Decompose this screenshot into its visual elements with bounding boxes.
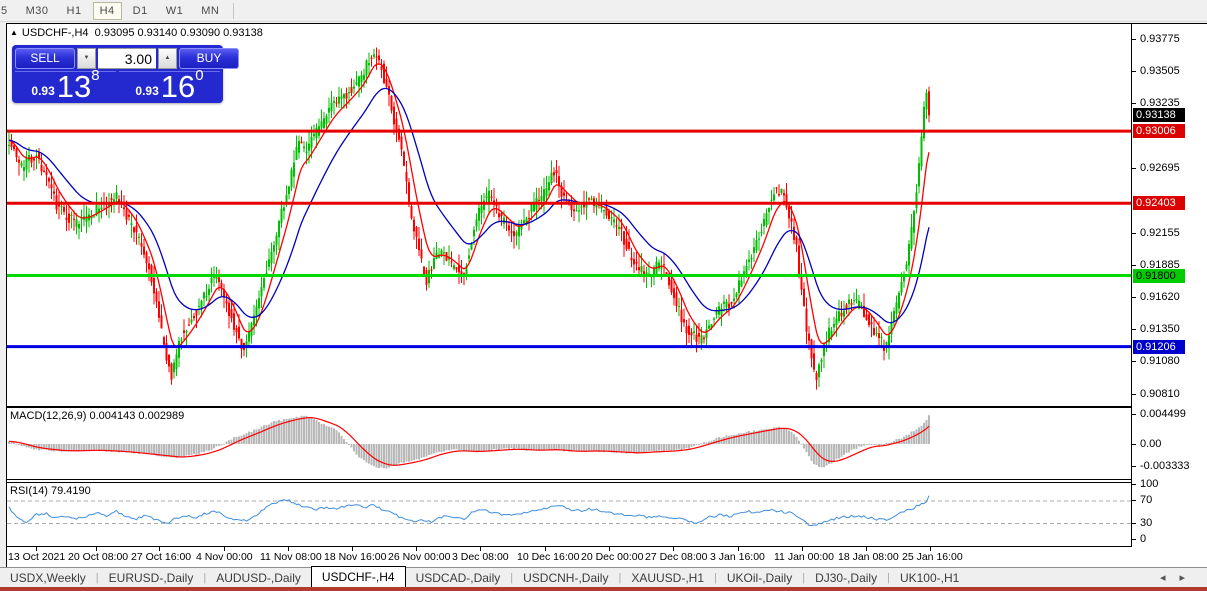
price-level-box: 0.93138 bbox=[1133, 108, 1185, 122]
sell-price-main: 13 bbox=[57, 74, 91, 100]
buy-price-pip: 0 bbox=[195, 70, 203, 82]
timeframe-button-w1[interactable]: W1 bbox=[159, 2, 191, 20]
chart-title: USDCHF-,H4 bbox=[22, 27, 89, 39]
chart-tab-uk100-h1[interactable]: UK100-,H1 bbox=[890, 569, 969, 587]
time-axis-label: 20 Oct 08:00 bbox=[68, 551, 128, 563]
time-axis-label: 10 Dec 16:00 bbox=[517, 551, 579, 563]
chart-tab-usdcnh-daily[interactable]: USDCNH-,Daily bbox=[513, 569, 618, 587]
timeframe-button-d1[interactable]: D1 bbox=[126, 2, 155, 20]
timeframe-button-mn[interactable]: MN bbox=[194, 2, 226, 20]
rsi-axis-tick: 70 bbox=[1132, 494, 1152, 507]
price-axis-tick: 0.92695 bbox=[1132, 162, 1180, 175]
chart-tab-audusd-daily[interactable]: AUDUSD-,Daily bbox=[206, 569, 311, 587]
time-axis-label: 11 Nov 08:00 bbox=[260, 551, 322, 563]
pane-divider[interactable] bbox=[7, 479, 1131, 480]
chart-tab-dj30-daily[interactable]: DJ30-,Daily bbox=[805, 569, 887, 587]
tab-scroll-left-icon[interactable]: ◂ bbox=[1160, 572, 1180, 584]
buy-price-prefix: 0.93 bbox=[135, 84, 158, 98]
buy-price-main: 16 bbox=[161, 74, 195, 100]
time-axis-label: 13 Oct 2021 bbox=[8, 551, 65, 563]
chart-tab-usdx-weekly[interactable]: USDX,Weekly bbox=[0, 569, 96, 587]
macd-label: MACD(12,26,9) 0.004143 0.002989 bbox=[10, 410, 184, 422]
price-axis-tick: 0.92155 bbox=[1132, 227, 1180, 240]
time-axis-label: 27 Oct 16:00 bbox=[131, 551, 191, 563]
chart-tab-eurusd-daily[interactable]: EURUSD-,Daily bbox=[99, 569, 204, 587]
price-level-box: 0.93006 bbox=[1133, 124, 1185, 138]
timeframe-toolbar: 5M30H1H4D1W1MN bbox=[0, 0, 1207, 22]
chart-window: ▲ USDCHF-,H4 0.93095 0.93140 0.93090 0.93… bbox=[6, 23, 1207, 567]
time-axis-label: 4 Nov 00:00 bbox=[196, 551, 253, 563]
chart-ohlc: 0.93095 0.93140 0.93090 0.93138 bbox=[95, 27, 263, 39]
rsi-axis-tick: 30 bbox=[1132, 517, 1152, 530]
chart-tab-xauusd-h1[interactable]: XAUUSD-,H1 bbox=[621, 569, 714, 587]
one-click-trading-panel: SELL ▼ ▲ BUY 0.93138 0.93160 bbox=[12, 45, 223, 103]
price-level-box: 0.92403 bbox=[1133, 196, 1185, 210]
time-axis-label: 27 Dec 08:00 bbox=[645, 551, 707, 563]
timeframe-button-m30[interactable]: M30 bbox=[19, 2, 56, 20]
time-axis-label: 18 Nov 16:00 bbox=[324, 551, 386, 563]
rsi-pane[interactable]: RSI(14) 79.4190 bbox=[7, 483, 1131, 546]
macd-axis-tick: 0.004499 bbox=[1132, 408, 1186, 421]
sell-button[interactable]: SELL bbox=[15, 48, 75, 69]
time-axis-label: 26 Nov 00:00 bbox=[388, 551, 450, 563]
chart-tab-ukoil-daily[interactable]: UKOil-,Daily bbox=[717, 569, 802, 587]
time-axis-label: 3 Dec 08:00 bbox=[452, 551, 509, 563]
buy-button[interactable]: BUY bbox=[179, 48, 239, 69]
sell-price[interactable]: 0.93138 bbox=[15, 71, 116, 101]
timeframe-button-5[interactable]: 5 bbox=[0, 2, 15, 20]
timeframe-button-h4[interactable]: H4 bbox=[93, 2, 122, 20]
price-axis-tick: 0.93775 bbox=[1132, 33, 1180, 46]
price-axis-tick: 0.93505 bbox=[1132, 65, 1180, 78]
time-axis-label: 25 Jan 16:00 bbox=[902, 551, 963, 563]
chart-tab-bar: USDX,Weekly|EURUSD-,Daily|AUDUSD-,DailyU… bbox=[0, 567, 1207, 587]
volume-input[interactable] bbox=[98, 48, 156, 69]
chart-header: ▲ USDCHF-,H4 0.93095 0.93140 0.93090 0.93… bbox=[10, 27, 263, 39]
rsi-chart[interactable] bbox=[7, 483, 1131, 546]
buy-price[interactable]: 0.93160 bbox=[119, 71, 220, 101]
volume-increase-button[interactable]: ▲ bbox=[158, 48, 177, 69]
tab-scroll-arrows[interactable]: ◂▸ bbox=[1160, 571, 1199, 584]
rsi-label: RSI(14) 79.4190 bbox=[10, 485, 91, 497]
chart-tab-usdchf-h4[interactable]: USDCHF-,H4 bbox=[311, 566, 406, 588]
price-axis-tick: 0.91620 bbox=[1132, 291, 1180, 304]
main-chart-pane[interactable]: ▲ USDCHF-,H4 0.93095 0.93140 0.93090 0.93… bbox=[7, 24, 1131, 406]
rsi-axis-tick: 100 bbox=[1132, 478, 1158, 491]
macd-axis-tick: -0.003333 bbox=[1132, 460, 1190, 473]
tab-scroll-right-icon[interactable]: ▸ bbox=[1179, 572, 1199, 584]
price-level-box: 0.91800 bbox=[1133, 269, 1185, 283]
time-axis-label: 11 Jan 00:00 bbox=[774, 551, 834, 563]
macd-axis-tick: 0.00 bbox=[1132, 438, 1161, 451]
price-level-box: 0.91206 bbox=[1133, 340, 1185, 354]
time-axis[interactable]: 13 Oct 202120 Oct 08:0027 Oct 16:00 4 Nov… bbox=[7, 547, 1207, 568]
price-axis[interactable]: 0.937750.935050.932350.926950.921550.918… bbox=[1131, 24, 1207, 547]
price-axis-tick: 0.90810 bbox=[1132, 388, 1180, 401]
price-axis-tick: 0.91350 bbox=[1132, 323, 1180, 336]
time-axis-label: 3 Jan 16:00 bbox=[710, 551, 765, 563]
time-axis-label: 20 Dec 00:00 bbox=[581, 551, 643, 563]
sell-price-pip: 8 bbox=[91, 70, 99, 82]
timeframe-button-h1[interactable]: H1 bbox=[60, 2, 89, 20]
macd-pane[interactable]: MACD(12,26,9) 0.004143 0.002989 bbox=[7, 408, 1131, 479]
time-axis-label: 18 Jan 08:00 bbox=[838, 551, 899, 563]
volume-decrease-button[interactable]: ▼ bbox=[77, 48, 96, 69]
sell-price-prefix: 0.93 bbox=[31, 84, 54, 98]
toolbar-separator bbox=[233, 3, 234, 19]
bottom-red-strip bbox=[0, 587, 1207, 591]
rsi-axis-tick: 0 bbox=[1132, 533, 1146, 546]
price-axis-tick: 0.91080 bbox=[1132, 355, 1180, 368]
collapse-arrow-icon[interactable]: ▲ bbox=[10, 28, 18, 37]
chart-tab-usdcad-daily[interactable]: USDCAD-,Daily bbox=[406, 569, 511, 587]
